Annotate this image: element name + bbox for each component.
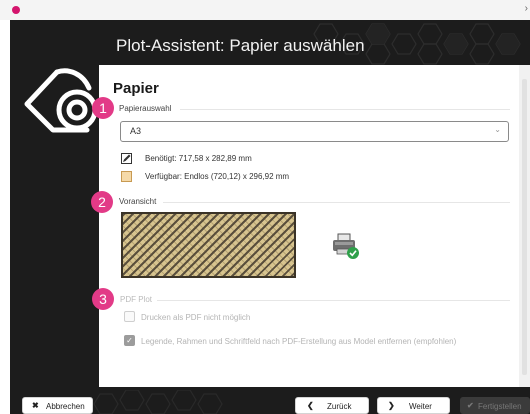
close-icon: ✖ [32,401,39,410]
chevron-left-icon: ❮ [307,401,314,410]
step-badge-2: 2 [91,191,113,213]
finish-button[interactable]: ✔ Fertigstellen [460,397,530,414]
paper-select-value: A3 [130,126,142,136]
paper-roll-logo-icon [24,68,98,133]
wizard-title: Plot-Assistent: Papier auswählen [116,36,365,55]
paper-swatch-icon [121,171,132,182]
required-size-text: Benötigt: 717,58 x 282,89 mm [145,154,252,163]
scrollbar-thumb[interactable] [522,79,527,375]
section-divider [163,202,510,203]
next-button-label: Weiter [409,402,432,411]
section-divider [157,300,510,301]
finish-button-label: Fertigstellen [478,402,522,411]
step-badge-3: 3 [92,288,114,310]
remove-legend-label: Legende, Rahmen und Schriftfeld nach PDF… [141,337,457,346]
back-button-label: Zurück [327,402,352,411]
cancel-button-label: Abbrechen [46,402,85,411]
window-titlebar: › [0,0,530,20]
page-title: Papier [113,80,159,97]
next-button[interactable]: ❯ Weiter [377,397,450,414]
checkmark-icon: ✔ [467,401,474,410]
hexagon-pattern-bottom [93,390,223,414]
section-divider [180,109,510,110]
pdf-print-label: Drucken als PDF nicht möglich [141,313,251,322]
preview-section-label: Voransicht [119,197,157,206]
step-badge-1: 1 [92,97,114,119]
paper-select[interactable]: A3 ⌄ [120,121,509,142]
chevron-right-icon: ❯ [388,401,395,410]
window-close-icon[interactable]: › [525,3,528,15]
available-size-text: Verfügbar: Endlos (720,12) x 296,92 mm [145,172,290,181]
printer-ready-icon [333,233,359,259]
remove-legend-checkbox[interactable]: ✓ [124,335,135,346]
vertical-scrollbar[interactable] [519,65,530,387]
pdf-print-checkbox[interactable] [124,311,135,322]
pencil-icon [121,153,132,164]
pdf-section-label: PDF Plot [120,295,153,304]
app-icon [12,6,20,14]
chevron-down-icon: ⌄ [494,125,501,134]
plot-preview-image [121,212,296,278]
back-button[interactable]: ❮ Zurück [295,397,369,414]
paper-section-label: Papierauswahl [119,104,172,113]
cancel-button[interactable]: ✖ Abbrechen [22,397,93,414]
